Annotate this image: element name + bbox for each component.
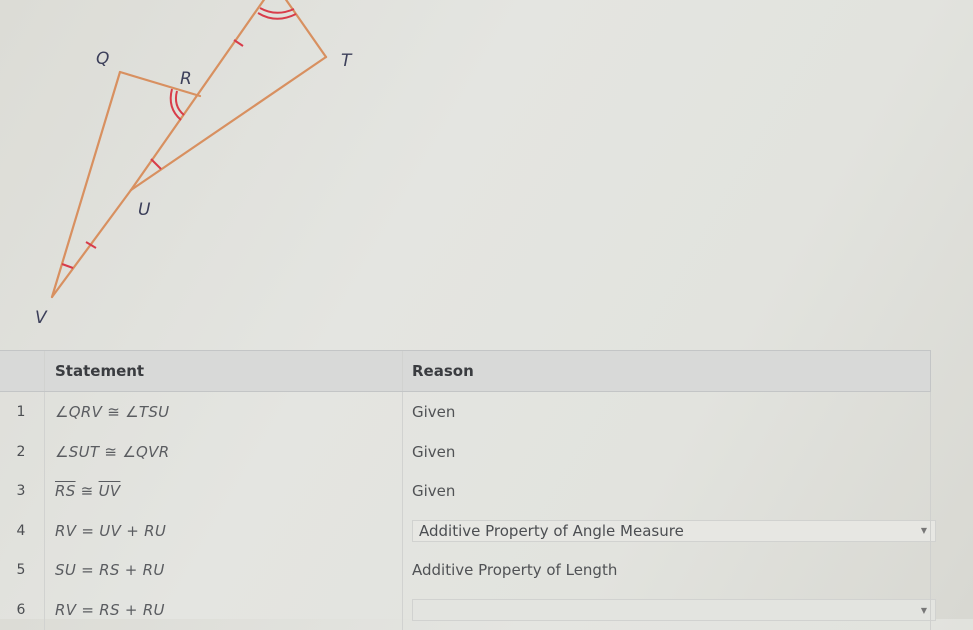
vertex-label-T: T xyxy=(341,51,353,71)
reason-dropdown-value: Additive Property of Angle Measure xyxy=(419,521,684,540)
segment-RS: RS xyxy=(55,482,76,501)
reason-dropdown[interactable]: ▼ xyxy=(412,599,936,622)
table-row: 6 RV = RS + RU ▼ xyxy=(0,590,936,630)
vertex-label-Q: Q xyxy=(96,49,109,69)
row-number: 3 xyxy=(16,483,26,500)
angle-mark-U xyxy=(150,158,162,170)
vertex-label-R: R xyxy=(180,69,192,89)
statement-cell: RV = RS + RU xyxy=(44,590,403,630)
vertex-label-U: U xyxy=(138,200,151,220)
row-number: 4 xyxy=(16,522,26,539)
segment-UV: UV xyxy=(98,482,121,501)
angle-mark-R-inner xyxy=(174,90,185,116)
reason-cell: Additive Property of Angle Measure ▼ xyxy=(402,510,936,551)
statement-cell: RV = UV + RU xyxy=(44,510,403,551)
table-row: 3 RS ≅ UV Given xyxy=(0,471,931,511)
table-row: 1 ∠QRV ≅ ∠TSU Given xyxy=(0,391,931,432)
statement-cell: ∠SUT ≅ ∠QVR xyxy=(44,431,403,472)
table-row: 5 SU = RS + RU Additive Property of Leng… xyxy=(0,550,931,591)
geometry-figure: Q R T U V xyxy=(35,0,353,328)
header-reason: Reason xyxy=(402,350,931,392)
reason-cell: Given xyxy=(402,391,931,432)
segment-ST xyxy=(284,0,328,59)
proof-table: Statement Reason 1 ∠QRV ≅ ∠TSU Given 2 ∠… xyxy=(0,350,936,630)
reason-cell: ▼ xyxy=(402,590,936,630)
segment-UV xyxy=(50,188,133,299)
statement-cell: SU = RS + RU xyxy=(44,550,403,591)
table-header-row: Statement Reason xyxy=(0,350,931,392)
tick-mark-RS xyxy=(233,39,244,47)
segment-QV xyxy=(50,70,122,299)
angle-mark-S-inner xyxy=(259,7,295,14)
reason-cell: Given xyxy=(402,431,931,472)
reason-cell: Additive Property of Length xyxy=(402,550,931,591)
row-number: 6 xyxy=(16,602,26,619)
angle-mark-V xyxy=(61,263,74,269)
chevron-down-icon[interactable]: ▼ xyxy=(921,526,927,535)
table-row: 4 RV = UV + RU Additive Property of Angl… xyxy=(0,510,936,551)
segment-TU xyxy=(129,55,328,192)
row-number: 2 xyxy=(16,443,26,460)
congruent-symbol: ≅ xyxy=(80,482,94,501)
vertex-label-V: V xyxy=(35,308,48,328)
angle-mark-S-outer xyxy=(257,12,297,20)
row-number: 5 xyxy=(16,562,26,579)
statement-cell: RS ≅ UV xyxy=(44,471,403,511)
chevron-down-icon[interactable]: ▼ xyxy=(921,606,927,615)
reason-cell: Given xyxy=(402,471,931,511)
table-row: 2 ∠SUT ≅ ∠QVR Given xyxy=(0,431,931,472)
statement-cell: ∠QRV ≅ ∠TSU xyxy=(44,391,403,432)
header-statement: Statement xyxy=(44,350,403,392)
reason-dropdown[interactable]: Additive Property of Angle Measure ▼ xyxy=(412,519,936,542)
row-number: 1 xyxy=(16,403,26,420)
header-number xyxy=(0,350,45,392)
